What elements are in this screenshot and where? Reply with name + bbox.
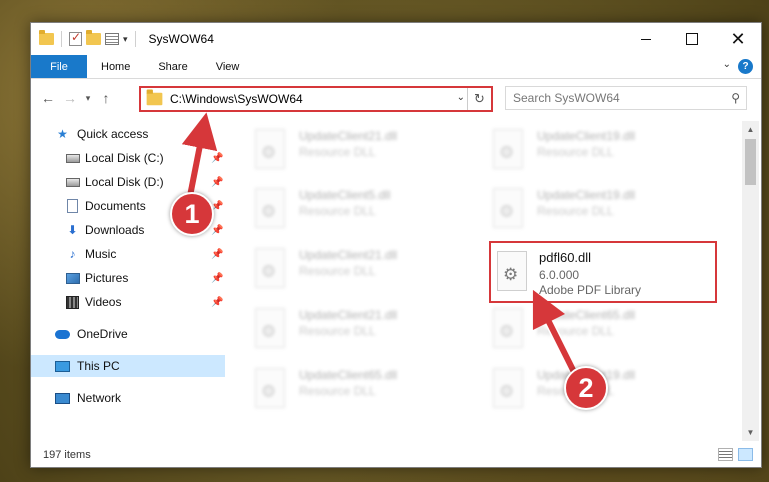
step-2-badge: 2 (564, 366, 608, 410)
arrow-step-2-line (532, 289, 579, 378)
annotation-arrows (181, 112, 581, 381)
step-1-badge: 1 (170, 192, 214, 236)
